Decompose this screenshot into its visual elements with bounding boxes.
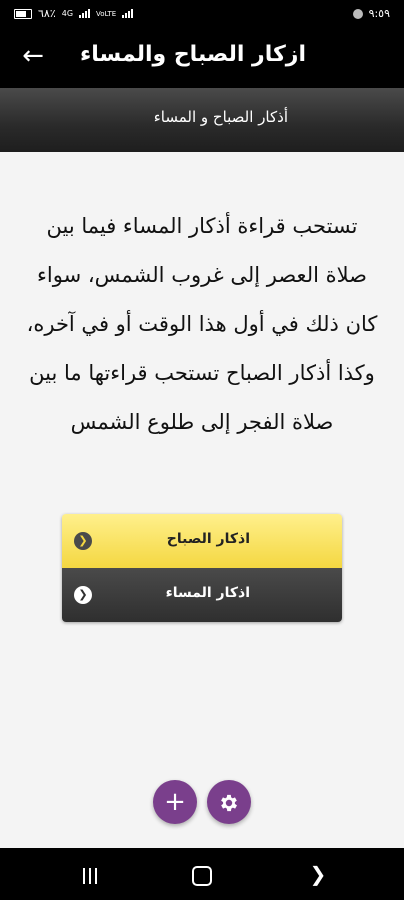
morning-azkar-button[interactable]: ❯ اذكار الصباح — [62, 514, 342, 568]
signal-icon — [79, 9, 91, 18]
plus-icon: + — [164, 787, 186, 817]
notification-icon — [352, 8, 363, 19]
battery-icon — [14, 8, 32, 19]
chevron-right-icon: ❯ — [74, 586, 92, 604]
app-bar: ← ازكار الصباح والمساء — [0, 28, 404, 88]
recents-button[interactable] — [60, 848, 120, 900]
home-button[interactable] — [172, 848, 232, 900]
signal-icon-2 — [122, 9, 134, 18]
sub-header-text: أذكار الصباح و المساء — [153, 108, 288, 126]
battery-level: ٦٨٪ — [38, 7, 56, 20]
network-4g-label: 4G — [61, 9, 74, 18]
settings-button[interactable] — [207, 780, 251, 824]
status-bar: ٦٨٪ 4G VoLTE ٩:٥٩ — [0, 0, 404, 28]
evening-azkar-label: اذكار المساء — [165, 585, 250, 601]
page-title: ازكار الصباح والمساء — [80, 42, 306, 67]
network-volte-label: VoLTE — [96, 9, 117, 18]
chevron-right-icon: ❯ — [309, 862, 327, 886]
arrow-left-icon: ← — [22, 41, 44, 71]
add-button[interactable]: + — [153, 780, 197, 824]
clock: ٩:٥٩ — [368, 7, 390, 20]
evening-azkar-button[interactable]: ❯ اذكار المساء — [62, 568, 342, 622]
morning-azkar-label: اذكار الصباح — [166, 531, 250, 547]
home-icon — [192, 865, 212, 886]
sub-header: أذكار الصباح و المساء — [0, 88, 404, 152]
recents-icon — [83, 867, 97, 884]
description-text: تستحب قراءة أذكار المساء فيما بين صلاة ا… — [26, 214, 378, 434]
system-nav-bar: ❯ — [0, 848, 404, 900]
back-button[interactable]: ← — [18, 41, 48, 71]
status-left: ٦٨٪ 4G VoLTE — [14, 7, 134, 20]
status-right: ٩:٥٩ — [352, 7, 390, 20]
azkar-menu: ❯ اذكار الصباح ❯ اذكار المساء — [62, 514, 342, 622]
gear-icon — [218, 787, 240, 817]
chevron-right-icon: ❯ — [74, 532, 92, 550]
system-back-button[interactable]: ❯ — [288, 848, 348, 900]
